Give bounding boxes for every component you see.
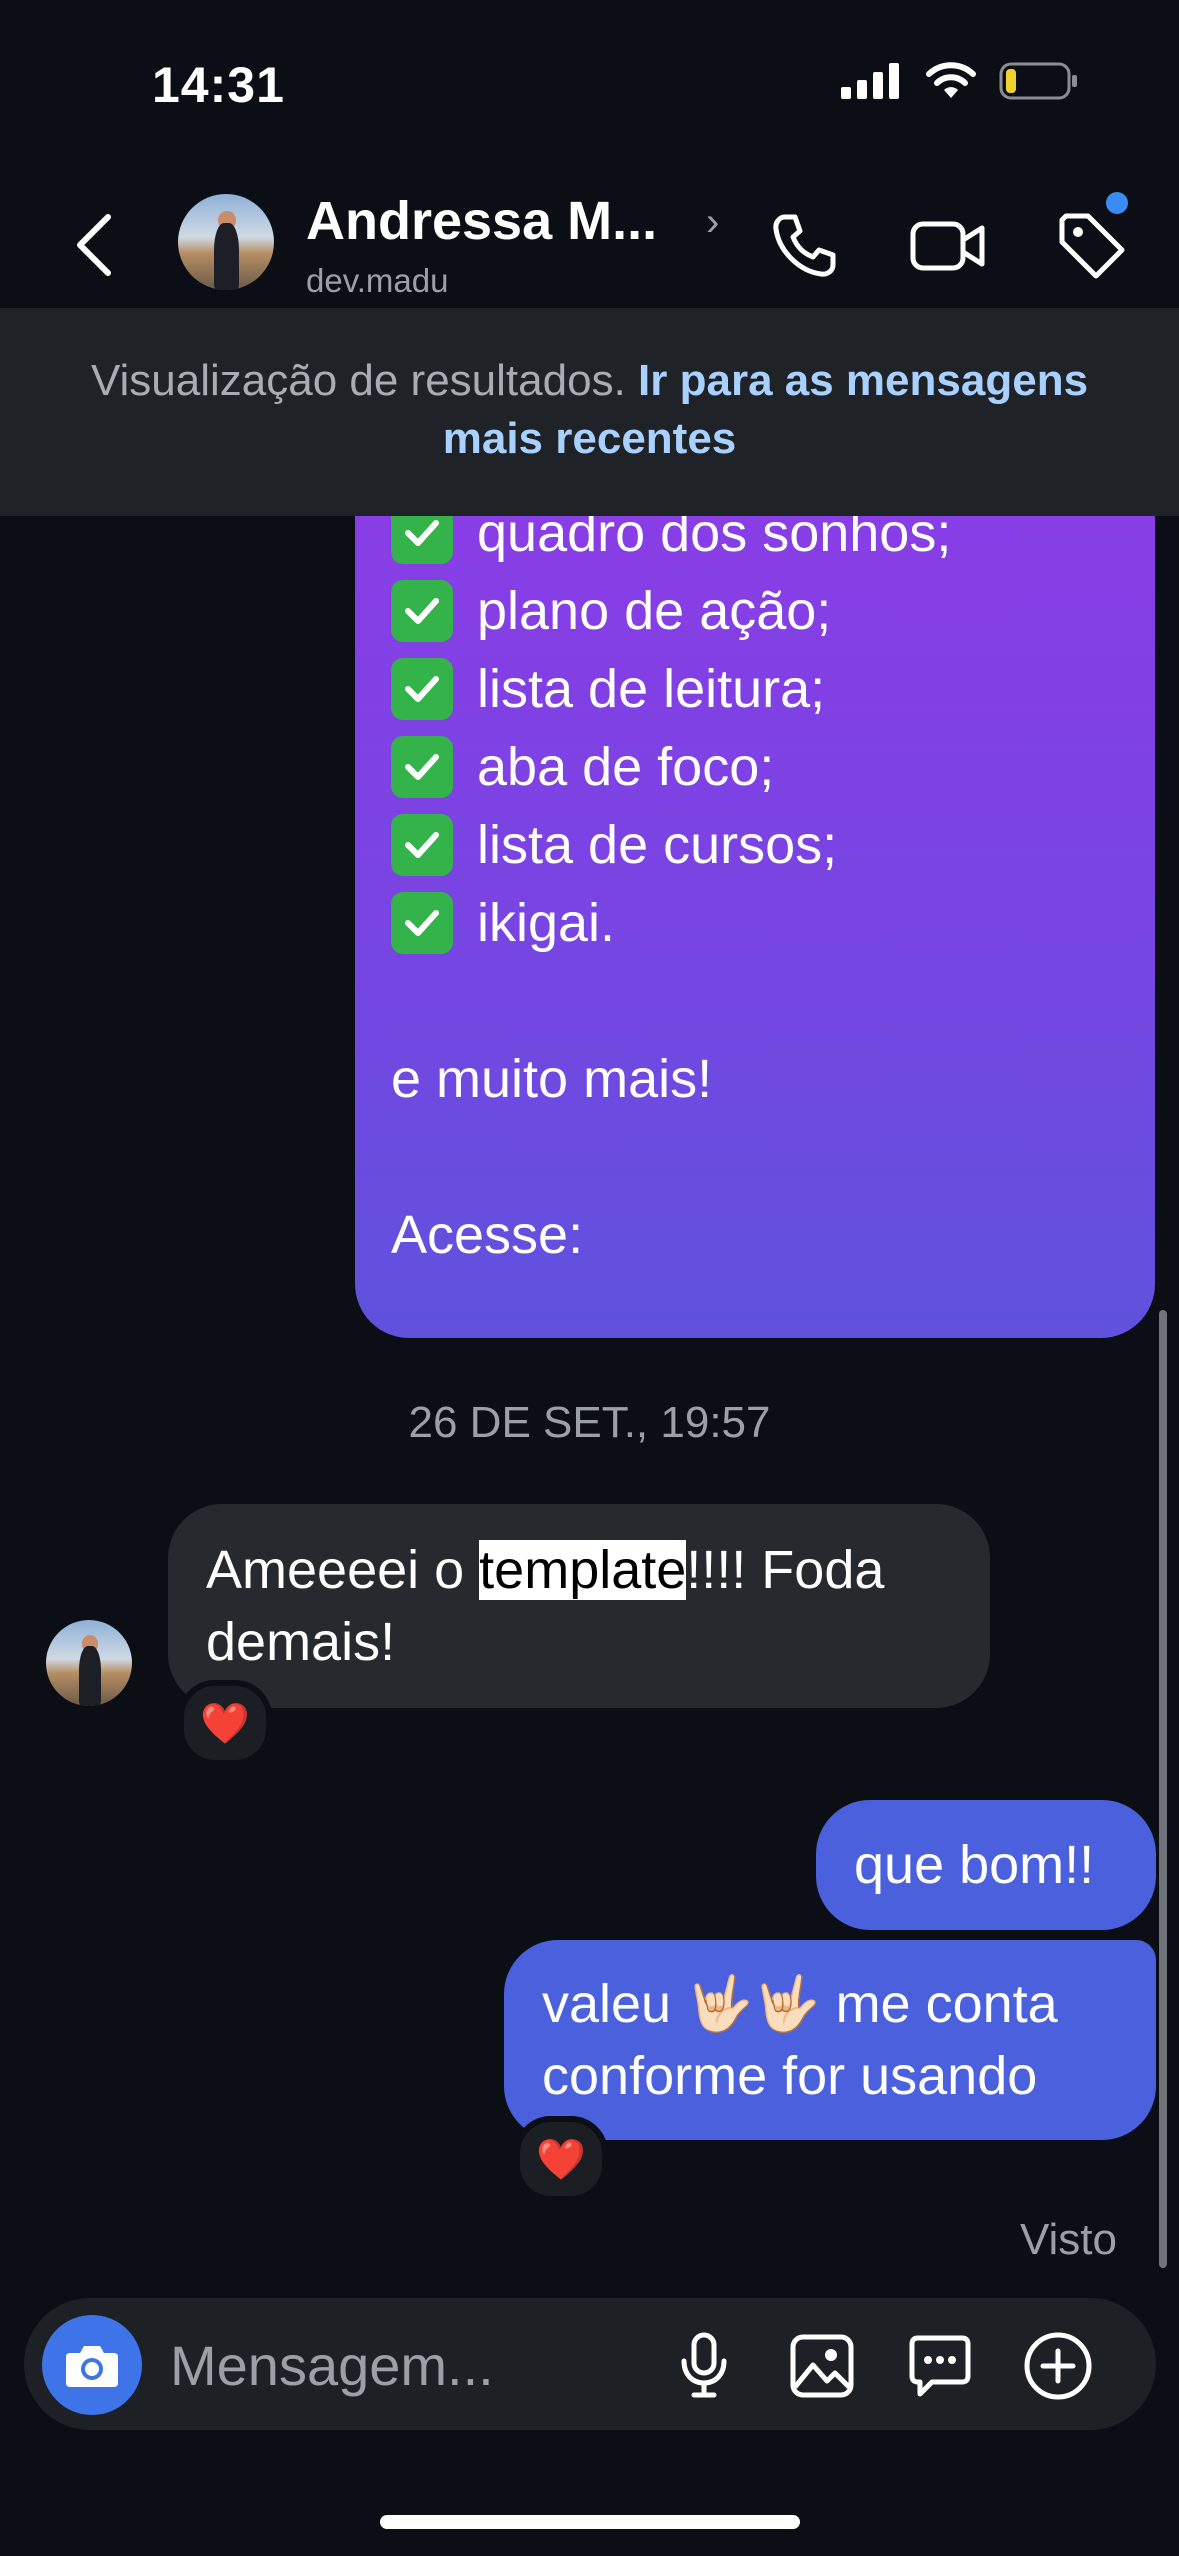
video-call-button[interactable] <box>908 206 988 286</box>
video-camera-icon <box>910 221 985 271</box>
check-mark-icon <box>391 814 453 876</box>
back-button[interactable] <box>64 210 124 280</box>
heart-reaction[interactable]: ❤️ <box>178 1680 272 1766</box>
seen-status: Visto <box>1019 2215 1117 2264</box>
chevron-left-icon <box>77 214 111 276</box>
chat-header: Andressa M... › dev.madu <box>0 170 1179 308</box>
home-indicator[interactable] <box>380 2515 800 2529</box>
template-list: quadro dos sonhos; plano de ação; lista … <box>391 458 951 1274</box>
chat-screen: 14:31 Andressa M... › dev.madu quadro do… <box>0 0 1179 2556</box>
phone-icon <box>773 214 836 277</box>
search-highlight: template <box>479 1540 687 1600</box>
heart-reaction[interactable]: ❤️ <box>514 2116 608 2202</box>
heart-icon: ❤️ <box>200 1701 250 1746</box>
image-icon <box>790 2334 854 2398</box>
check-mark-icon <box>391 892 453 954</box>
sent-message-text: valeu 🤟🏻🤟🏻 me conta conforme for usando <box>542 1974 1058 2106</box>
list-item: lista de cursos; <box>391 806 951 884</box>
sticker-button[interactable] <box>902 2328 978 2404</box>
sent-message[interactable]: que bom!! <box>816 1800 1156 1930</box>
banner-text: Visualização de resultados. Ir para as m… <box>80 352 1099 468</box>
microphone-icon <box>681 2332 727 2398</box>
status-time: 14:31 <box>152 57 285 113</box>
received-text-before: Ameeeei o <box>206 1540 480 1600</box>
check-mark-icon <box>391 736 453 798</box>
camera-button[interactable] <box>42 2315 142 2415</box>
chevron-right-icon[interactable]: › <box>706 200 719 245</box>
list-item: plano de ação; <box>391 572 951 650</box>
camera-icon <box>66 2346 118 2387</box>
status-icons <box>841 62 1079 105</box>
list-item-text: ikigai. <box>477 893 616 953</box>
list-item: lista de leitura; <box>391 650 951 728</box>
sent-message-text: que bom!! <box>854 1835 1095 1895</box>
cellular-signal-icon <box>841 63 903 104</box>
heart-icon: ❤️ <box>536 2137 586 2182</box>
received-message[interactable]: Ameeeei o template!!!! Foda demais! <box>168 1504 990 1708</box>
search-results-banner: Visualização de resultados. Ir para as m… <box>0 308 1179 516</box>
contact-avatar[interactable] <box>178 194 274 290</box>
template-access-text: Acesse: <box>391 1205 584 1265</box>
voice-message-button[interactable] <box>666 2328 742 2404</box>
notification-dot <box>1106 192 1128 214</box>
contact-handle: dev.madu <box>306 262 449 299</box>
message-composer <box>24 2298 1156 2430</box>
sent-template-message[interactable]: quadro dos sonhos; plano de ação; lista … <box>355 458 1155 1338</box>
wifi-icon <box>925 62 977 105</box>
list-item-text: plano de ação; <box>477 581 832 641</box>
message-timestamp: 26 DE SET., 19:57 <box>408 1398 771 1447</box>
voice-call-button[interactable] <box>764 206 844 286</box>
check-mark-icon <box>391 658 453 720</box>
list-item: aba de foco; <box>391 728 951 806</box>
received-message-text: Ameeeei o template!!!! Foda demais! <box>206 1534 966 1678</box>
banner-label: Visualização de resultados. <box>90 356 626 405</box>
list-item-text: lista de leitura; <box>477 659 826 719</box>
tag-icon <box>1059 213 1125 279</box>
status-bar: 14:31 <box>0 0 1179 170</box>
list-item-text: aba de foco; <box>477 737 775 797</box>
gallery-button[interactable] <box>784 2328 860 2404</box>
check-mark-icon <box>391 580 453 642</box>
plus-circle-icon <box>1024 2332 1092 2400</box>
list-item: ikigai. <box>391 884 951 962</box>
chat-bubble-icon <box>909 2335 971 2397</box>
battery-icon <box>999 62 1079 105</box>
more-options-button[interactable] <box>1020 2328 1096 2404</box>
label-tag-button[interactable] <box>1052 192 1132 286</box>
scrollbar[interactable] <box>1159 1310 1167 2268</box>
list-item-text: lista de cursos; <box>477 815 838 875</box>
contact-name[interactable]: Andressa M... <box>306 190 657 252</box>
message-input[interactable] <box>168 2328 632 2402</box>
sent-message[interactable]: valeu 🤟🏻🤟🏻 me conta conforme for usando <box>504 1940 1156 2140</box>
sender-avatar[interactable] <box>46 1620 132 1706</box>
template-more-text: e muito mais! <box>391 1049 713 1109</box>
